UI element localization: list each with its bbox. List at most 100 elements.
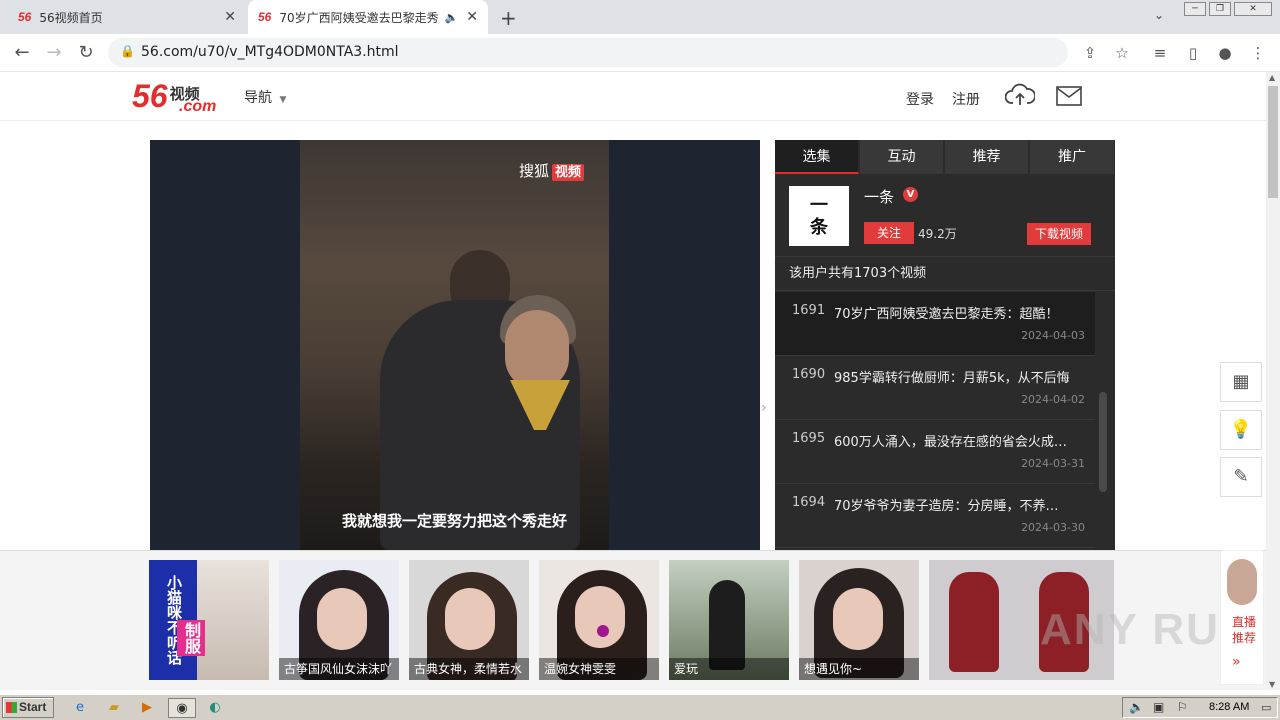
new-tab-button[interactable]: + <box>500 6 517 30</box>
video-list-item[interactable]: 1695 600万人涌入，最没存在感的省会火成… 2024-03-31 <box>775 420 1095 484</box>
back-icon[interactable]: ← <box>10 41 34 65</box>
close-tab-icon[interactable]: ✕ <box>224 9 236 25</box>
reload-icon[interactable]: ↻ <box>74 41 98 65</box>
bookmark-star-icon[interactable]: ☆ <box>1112 43 1132 63</box>
follow-button[interactable]: 关注 <box>864 222 914 244</box>
folder-icon[interactable]: ▰ <box>104 698 124 718</box>
video-title: 70岁爷爷为妻子造房：分房睡，不养… <box>834 499 1059 514</box>
recommend-thumb[interactable]: 古筝国风仙女沫沫吖 <box>279 560 399 680</box>
restore-button[interactable]: ❐ <box>1209 2 1231 16</box>
video-number: 1694 <box>792 495 826 510</box>
thumb-figure <box>317 588 367 650</box>
minimize-button[interactable]: ─ <box>1184 2 1206 16</box>
site-logo[interactable]: 56 视频 .com <box>132 78 216 115</box>
qrcode-icon[interactable]: ▦ <box>1220 362 1262 402</box>
recommend-banner[interactable]: 小猫咪不听话 制服 <box>149 560 269 680</box>
window-close-button[interactable]: ✕ <box>1234 2 1272 16</box>
logo-domain: .com <box>179 98 217 115</box>
scroll-up-icon[interactable]: ▲ <box>1269 73 1275 82</box>
recommend-thumb[interactable]: 温婉女神雯雯 <box>539 560 659 680</box>
show-desktop-icon[interactable]: ▭ <box>1261 701 1271 714</box>
side-panel-icon[interactable]: ▯ <box>1183 43 1203 63</box>
video-date: 2024-03-30 <box>1021 521 1085 534</box>
recommend-thumb[interactable]: 想遇见你~ <box>799 560 919 680</box>
edit-icon[interactable]: ✎ <box>1220 457 1262 497</box>
double-chevron-icon[interactable]: » <box>1232 654 1241 670</box>
video-list-item[interactable]: 1690 985学霸转行做厨师：月薪5k，从不后悔 2024-04-02 <box>775 356 1095 420</box>
caret-down-icon: ▼ <box>279 95 287 105</box>
profile-icon[interactable]: ● <box>1215 43 1235 63</box>
page-scrollbar[interactable]: ▲ ▼ <box>1266 72 1280 690</box>
url-text: 56.com/u70/v_MTg4ODM0NTA3.html <box>141 44 399 60</box>
tab-56-home[interactable]: 56 56视频首页 ✕ <box>8 0 246 34</box>
lightbulb-icon[interactable]: 💡 <box>1220 410 1262 450</box>
video-date: 2024-04-03 <box>1021 329 1085 342</box>
share-icon[interactable]: ⇪ <box>1080 43 1100 63</box>
video-date: 2024-03-31 <box>1021 457 1085 470</box>
ie-icon[interactable]: e <box>70 698 90 718</box>
upload-icon[interactable] <box>1004 81 1036 113</box>
video-title: 70岁广西阿姨受邀去巴黎走秀：超酷！ <box>834 307 1059 322</box>
speaker-icon: 🔈 <box>444 10 459 24</box>
recommend-thumb[interactable]: 爱玩 <box>669 560 789 680</box>
thumb-caption: 古典女神，柔情若水 <box>409 658 529 680</box>
video-subtitle: 我就想我一定要努力把这个秀走好 <box>341 512 567 530</box>
tab-title: 56视频首页 <box>39 10 103 25</box>
mail-icon[interactable] <box>1056 86 1082 110</box>
thumb-figure <box>709 580 745 670</box>
scroll-thumb[interactable] <box>1268 86 1278 198</box>
taskbar: Start e ▰ ▶ ◉ ◐ 🔈 ▣ ⚐ 8:28 AM ▭ <box>0 694 1280 720</box>
video-number: 1691 <box>792 303 826 318</box>
tab-search-icon[interactable]: ⌄ <box>1154 8 1164 22</box>
recommend-thumb[interactable]: 古典女神，柔情若水 <box>409 560 529 680</box>
download-video-button[interactable]: 下载视频 <box>1027 223 1091 245</box>
address-toolbar: ← → ↻ 🔒 56.com/u70/v_MTg4ODM0NTA3.html ⇪… <box>0 34 1280 72</box>
volume-icon[interactable]: 🔈 <box>1129 700 1144 714</box>
thumb-figure <box>597 625 609 637</box>
user-name[interactable]: 一条 <box>864 186 894 207</box>
video-list-item[interactable]: 1691 70岁广西阿姨受邀去巴黎走秀：超酷！ 2024-04-03 <box>775 292 1095 356</box>
network-icon[interactable]: ▣ <box>1153 700 1164 714</box>
collapse-panel-icon[interactable]: › <box>761 400 773 416</box>
login-link[interactable]: 登录 <box>906 89 934 109</box>
video-number: 1690 <box>792 367 826 382</box>
system-tray: 🔈 ▣ ⚐ 8:28 AM ▭ <box>1122 697 1278 718</box>
forward-icon[interactable]: → <box>42 41 66 65</box>
edge-icon[interactable]: ◐ <box>205 698 225 718</box>
thumb-caption: 想遇见你~ <box>799 658 919 680</box>
start-button[interactable]: Start <box>2 697 54 718</box>
tab-recommend[interactable]: 推荐 <box>945 140 1029 174</box>
live-recommend[interactable]: 直播推荐 » <box>1220 550 1264 685</box>
thumb-caption: 爱玩 <box>669 658 789 680</box>
register-link[interactable]: 注册 <box>952 89 980 109</box>
panel-scrollbar[interactable] <box>1099 392 1107 492</box>
tab-current-video[interactable]: 56 70岁广西阿姨受邀去巴黎走秀 🔈 ✕ <box>248 0 488 34</box>
menu-icon[interactable]: ⋮ <box>1248 43 1268 63</box>
tab-promote[interactable]: 推广 <box>1030 140 1115 174</box>
tab-title: 70岁广西阿姨受邀去巴黎走秀 <box>279 10 439 25</box>
video-list-item[interactable]: 1694 70岁爷爷为妻子造房：分房睡，不养… 2024-03-30 <box>775 484 1095 548</box>
tab-interact[interactable]: 互动 <box>860 140 944 174</box>
nav-label: 导航 <box>244 90 272 106</box>
media-control-icon[interactable]: ≡ <box>1150 43 1170 63</box>
tab-episodes[interactable]: 选集 <box>775 140 859 174</box>
tab-favicon: 56 <box>258 10 272 24</box>
thumb-caption: 古筝国风仙女沫沫吖 <box>279 658 399 680</box>
video-frame[interactable]: 搜狐 视频 我就想我一定要努力把这个秀走好 <box>300 140 609 550</box>
close-tab-icon[interactable]: ✕ <box>466 9 478 25</box>
chrome-icon[interactable]: ◉ <box>168 698 196 718</box>
video-watermark: 搜狐 视频 <box>519 160 585 181</box>
flag-icon[interactable]: ⚐ <box>1177 700 1188 714</box>
nav-menu[interactable]: 导航 ▼ <box>244 87 286 107</box>
logo-number: 56 <box>132 78 168 114</box>
thumb-figure <box>445 588 495 650</box>
media-player-icon[interactable]: ▶ <box>137 698 157 718</box>
video-side-panel: 选集 互动 推荐 推广 一条 一条 V 关注 49.2万 下载视频 该用户共有1… <box>775 140 1115 550</box>
url-bar[interactable]: 🔒 56.com/u70/v_MTg4ODM0NTA3.html <box>108 38 1068 67</box>
clock: 8:28 AM <box>1209 701 1250 713</box>
windows-flag-icon <box>6 702 17 713</box>
site-header: 56 视频 .com 导航 ▼ 登录 注册 <box>0 72 1266 121</box>
user-avatar[interactable]: 一条 <box>789 186 849 246</box>
scroll-down-icon[interactable]: ▼ <box>1269 680 1275 689</box>
lock-icon[interactable]: 🔒 <box>120 44 135 58</box>
